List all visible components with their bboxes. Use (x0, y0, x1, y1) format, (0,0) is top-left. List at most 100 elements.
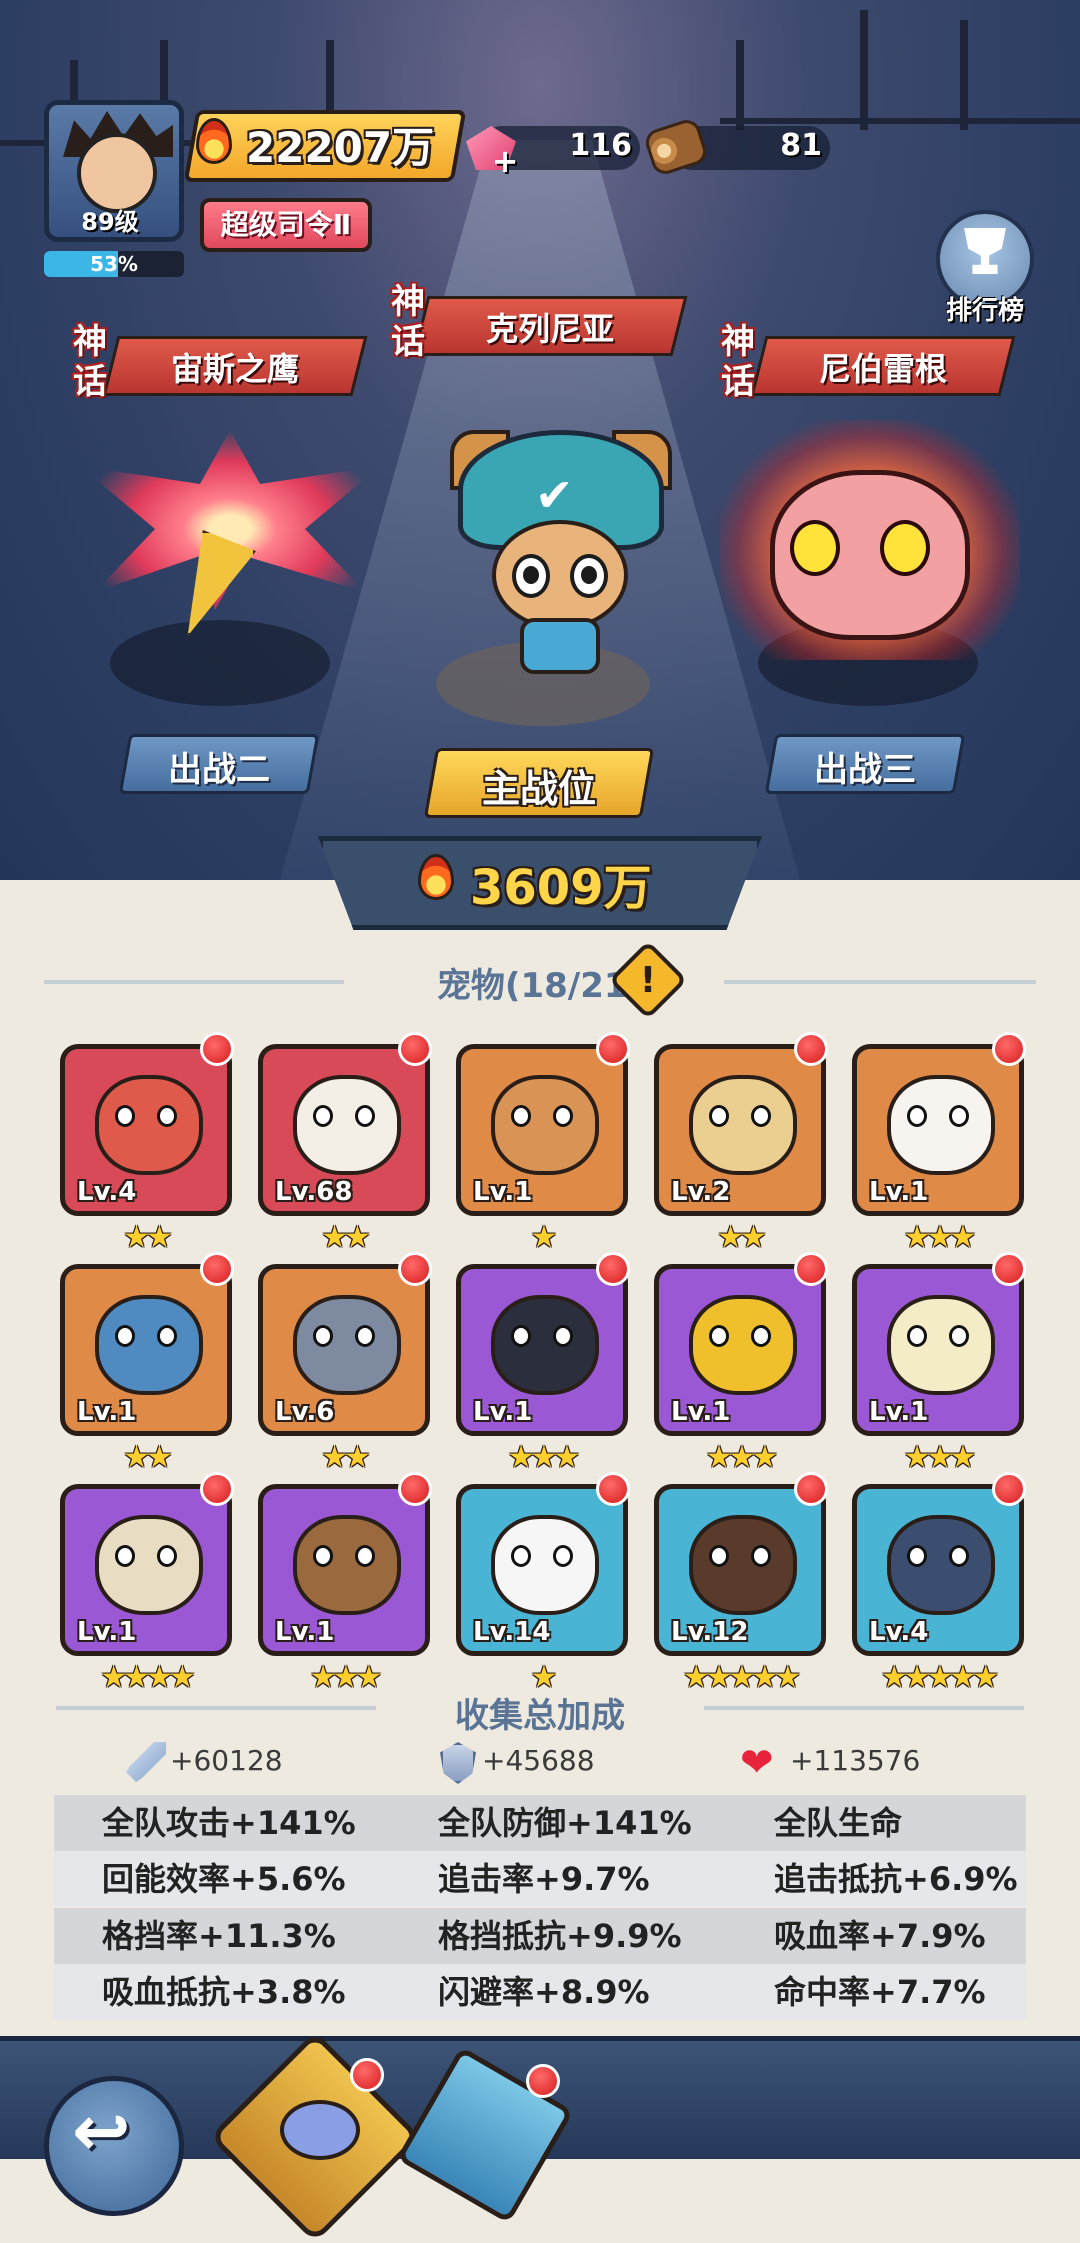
pet-level: Lv.1 (671, 1397, 731, 1427)
pet-eye (511, 1325, 531, 1347)
pet-portrait (689, 1515, 797, 1615)
red-dot-icon (526, 2064, 560, 2098)
fence-post (860, 10, 868, 130)
pet-card[interactable]: Lv.4 (852, 1484, 1024, 1656)
stat-cell: 回能效率+5.6% (102, 1860, 346, 1898)
pet-card[interactable]: Lv.14 (456, 1484, 628, 1656)
red-dot-icon (794, 1032, 828, 1066)
stat-row: 全队攻击+141% 全队防御+141% 全队生命+141% (54, 1795, 1026, 1898)
pet-stars: ★★ (123, 1220, 173, 1255)
pet-card[interactable]: Lv.12 (654, 1484, 826, 1656)
pet-level: Lv.4 (869, 1617, 929, 1647)
pet-level: Lv.1 (77, 1397, 137, 1427)
stat-cell: 追击率+9.7% (438, 1860, 650, 1898)
ranking-label: 排行榜 (945, 296, 1024, 326)
warning-mark: ! (639, 960, 657, 1001)
add-gem-icon[interactable]: + (490, 145, 520, 177)
pet-eye (949, 1325, 969, 1347)
pet-card[interactable]: Lv.68 (258, 1044, 430, 1216)
pet-card[interactable]: Lv.6 (258, 1264, 430, 1436)
pet-card[interactable]: Lv.1 (258, 1484, 430, 1656)
pet-level: Lv.2 (671, 1177, 731, 1207)
stat-row: 吸血抵抗+3.8% 闪避率+8.9% 命中率+7.7% (54, 1964, 1026, 2020)
pet-level: Lv.6 (275, 1397, 335, 1427)
pet-stars: ★★★ (507, 1440, 581, 1475)
pet-portrait (95, 1075, 203, 1175)
fence-post (960, 20, 968, 130)
pet-portrait (887, 1295, 995, 1395)
pet-portrait (293, 1295, 401, 1395)
pet-eye (553, 1545, 573, 1567)
xp-percent: 53% (90, 252, 138, 276)
red-dot-icon (794, 1252, 828, 1286)
sword-icon (126, 1742, 166, 1782)
pet-eye (313, 1105, 333, 1127)
red-dot-icon (992, 1032, 1026, 1066)
pet-eye (355, 1325, 375, 1347)
pet-card[interactable]: Lv.1 (852, 1264, 1024, 1436)
stat-cell: 闪避率+8.9% (438, 1973, 650, 2011)
pet-card[interactable]: Lv.1 (60, 1484, 232, 1656)
player-power-value: 22207万 (246, 123, 435, 172)
pet-eye (751, 1325, 771, 1347)
red-dot-icon (398, 1252, 432, 1286)
avatar-face (77, 133, 157, 213)
pet-card[interactable]: Lv.1 (456, 1264, 628, 1436)
red-dot-icon (992, 1472, 1026, 1506)
pet-eye (907, 1545, 927, 1567)
pedestal-left (110, 620, 330, 706)
pet-name-center: 克列尼亚 (485, 310, 614, 348)
pet-eye (157, 1105, 177, 1127)
stat-cell: 吸血率+7.9% (774, 1917, 986, 1955)
pet-card[interactable]: Lv.1 (456, 1044, 628, 1216)
pet-card[interactable]: Lv.4 (60, 1044, 232, 1216)
red-dot-icon (200, 1032, 234, 1066)
back-arrow-icon: ↩ (72, 2090, 131, 2172)
pet-eye (355, 1545, 375, 1567)
pet-eye (553, 1105, 573, 1127)
check-icon: ✔ (535, 468, 574, 522)
stat-cell: 命中率+7.7% (774, 1973, 986, 2011)
pet-stars: ★★ (321, 1220, 371, 1255)
pet-card[interactable]: Lv.1 (852, 1044, 1024, 1216)
pet-card[interactable]: Lv.1 (654, 1264, 826, 1436)
flame-icon (418, 854, 454, 900)
dragon-eye (790, 520, 840, 576)
red-dot-icon (200, 1472, 234, 1506)
pet-stars: ★★ (123, 1440, 173, 1475)
pet-eye (355, 1105, 375, 1127)
pet-eye (709, 1545, 729, 1567)
pet-portrait (293, 1515, 401, 1615)
pet-portrait (887, 1075, 995, 1175)
pet-level: Lv.1 (77, 1617, 137, 1647)
red-dot-icon (794, 1472, 828, 1506)
pet-eye (949, 1105, 969, 1127)
wood-count: 81 (780, 128, 822, 163)
pet-portrait (491, 1515, 599, 1615)
pet-stars: ★ (530, 1220, 558, 1255)
pet-portrait (293, 1075, 401, 1175)
shield-icon (440, 1742, 476, 1784)
pet-level: Lv.4 (77, 1177, 137, 1207)
pet-name-left: 宙斯之鹰 (170, 350, 299, 388)
pet-stars: ★★ (717, 1220, 767, 1255)
pet-eye (115, 1105, 135, 1127)
pet-portrait (491, 1075, 599, 1175)
red-dot-icon (596, 1032, 630, 1066)
pet-card[interactable]: Lv.2 (654, 1044, 826, 1216)
pet-tab-icon (280, 2100, 360, 2160)
pet-pupil (581, 566, 597, 584)
heart-icon: ❤ (740, 1740, 774, 1786)
rank-title-badge[interactable]: 超级司令Ⅱ (200, 198, 372, 252)
pet-eye (709, 1325, 729, 1347)
xp-progress-bar: 53% (44, 251, 184, 277)
pet-level: Lv.14 (473, 1617, 551, 1647)
main-slot-label: 主战位 (481, 767, 596, 811)
pet-card[interactable]: Lv.1 (60, 1264, 232, 1436)
stat-cell: 全队防御+141% (438, 1804, 692, 1842)
pet-portrait (689, 1075, 797, 1175)
pet-stars: ★★ (321, 1440, 371, 1475)
player-level: 89级 (81, 208, 139, 236)
pet-level: Lv.12 (671, 1617, 749, 1647)
flame-icon (196, 118, 232, 164)
